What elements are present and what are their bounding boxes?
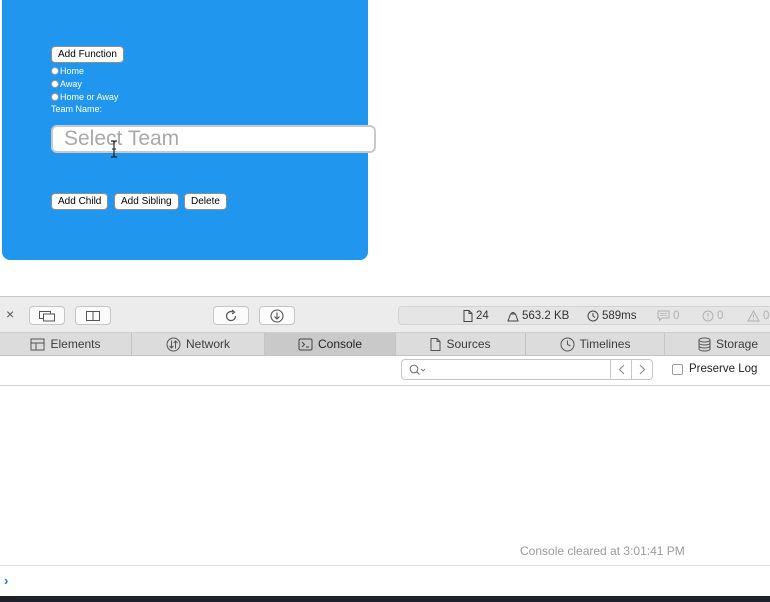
console-search-field[interactable] <box>401 359 611 380</box>
radio-away[interactable]: Away <box>51 78 82 90</box>
team-select-input[interactable] <box>51 125 376 153</box>
console-filter-bar: Preserve Log <box>0 356 770 386</box>
load-time: 589ms <box>602 310 637 322</box>
tab-sources[interactable]: Sources <box>396 333 526 355</box>
add-child-button[interactable]: Add Child <box>51 193 109 210</box>
resources-count: 24 <box>476 310 489 322</box>
window-bottom-edge <box>0 596 770 602</box>
messages-stat[interactable]: 0 <box>657 308 679 324</box>
tab-timelines[interactable]: Timelines <box>526 333 665 355</box>
tab-elements[interactable]: Elements <box>0 333 132 355</box>
message-icon <box>657 310 670 322</box>
tab-label: Console <box>317 337 363 351</box>
errors-stat[interactable]: 0 <box>702 308 723 324</box>
radio-home-or-away[interactable]: Home or Away <box>51 91 118 103</box>
previous-match-button[interactable] <box>610 359 632 380</box>
dock-side-icon <box>86 310 100 321</box>
tab-storage[interactable]: Storage <box>665 333 770 355</box>
tab-label: Sources <box>446 337 491 351</box>
timelines-icon <box>560 337 575 351</box>
errors-count: 0 <box>717 310 724 322</box>
reload-button[interactable] <box>213 306 249 325</box>
devtools-toolbar: × 24 563.2 KB 589ms 0 0 0 <box>0 297 770 333</box>
preserve-log-checkbox[interactable] <box>672 363 683 375</box>
network-icon <box>166 337 181 351</box>
download-button[interactable] <box>259 306 295 325</box>
next-match-button[interactable] <box>631 359 653 380</box>
search-icon <box>409 364 426 375</box>
undock-icon <box>39 310 55 321</box>
error-icon <box>702 310 714 322</box>
chevron-right-icon <box>639 364 645 375</box>
team-name-label: Team Name: <box>51 104 103 114</box>
elements-icon <box>30 338 45 350</box>
radio-label: Away <box>60 79 82 89</box>
warning-icon <box>747 310 760 322</box>
chevron-left-icon <box>618 364 624 375</box>
time-stat[interactable]: 589ms <box>587 308 637 324</box>
transfer-size: 563.2 KB <box>522 310 570 322</box>
sources-icon <box>430 337 441 351</box>
console-output <box>0 386 770 566</box>
document-icon <box>463 310 473 322</box>
resources-stat[interactable]: 24 <box>463 308 489 324</box>
radio-home[interactable]: Home <box>51 65 84 77</box>
warnings-count: 0 <box>763 310 770 322</box>
preserve-log-toggle[interactable]: Preserve Log <box>672 363 757 375</box>
delete-button[interactable]: Delete <box>184 193 227 210</box>
tab-label: Timelines <box>579 337 631 351</box>
tab-network[interactable]: Network <box>132 333 265 355</box>
dock-side-button[interactable] <box>75 306 111 325</box>
close-devtools-icon[interactable]: × <box>6 307 14 321</box>
radio-label: Home <box>60 66 85 76</box>
size-stat[interactable]: 563.2 KB <box>507 308 569 324</box>
radio-label: Home or Away <box>60 92 119 102</box>
clock-icon <box>587 310 599 322</box>
console-icon <box>298 338 313 350</box>
tab-label: Elements <box>50 337 101 351</box>
add-function-button[interactable]: Add Function <box>51 46 124 63</box>
devtools-tab-bar: Elements Network Console Sources Timelin… <box>0 333 770 356</box>
download-icon <box>270 308 284 323</box>
undock-button[interactable] <box>29 306 65 325</box>
preserve-log-label: Preserve Log <box>689 363 758 375</box>
tab-label: Storage <box>715 337 759 351</box>
tab-label: Network <box>185 337 230 351</box>
radio-circle[interactable] <box>51 67 59 75</box>
page-stats: 24 563.2 KB 589ms 0 0 0 <box>398 306 770 325</box>
radio-circle[interactable] <box>51 80 59 88</box>
prompt-chevron-icon: › <box>4 573 9 588</box>
tab-console[interactable]: Console <box>265 333 396 355</box>
weight-icon <box>507 312 519 322</box>
radio-circle[interactable] <box>51 93 59 101</box>
storage-icon <box>698 337 711 351</box>
messages-count: 0 <box>673 310 680 322</box>
reload-icon <box>225 309 237 321</box>
console-prompt-input[interactable]: › <box>0 565 770 596</box>
warnings-stat[interactable]: 0 <box>747 308 769 324</box>
add-sibling-button[interactable]: Add Sibling <box>114 193 179 210</box>
console-cleared-message: Console cleared at 3:01:41 PM <box>520 544 685 558</box>
text-cursor-icon <box>111 140 117 158</box>
